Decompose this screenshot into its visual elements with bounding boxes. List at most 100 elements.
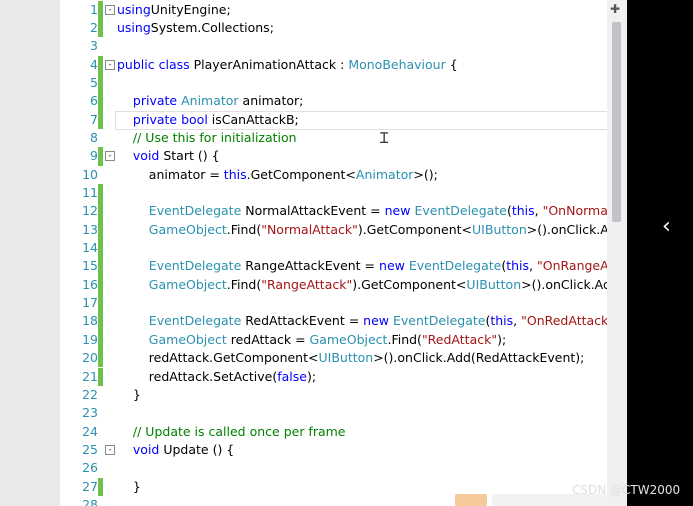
line-number: 20 [82, 350, 98, 366]
code-text[interactable]: GameObject.Find("NormalAttack").GetCompo… [117, 221, 607, 239]
code-line[interactable]: 23 [60, 404, 607, 422]
scrollbar-thumb[interactable] [612, 22, 621, 222]
collapse-toggle-icon[interactable]: - [105, 4, 115, 15]
change-indicator [98, 92, 103, 111]
line-number: 13 [82, 221, 98, 237]
code-text[interactable]: void Start () { [117, 147, 220, 165]
line-number: 14 [82, 240, 98, 256]
change-indicator [98, 110, 103, 129]
code-text[interactable]: // Update is called once per frame [117, 423, 346, 441]
code-text[interactable]: usingUnityEngine; [117, 1, 231, 19]
code-text[interactable]: EventDelegate RedAttackEvent = new Event… [117, 312, 607, 330]
code-text[interactable]: animator = this.GetComponent<Animator>()… [117, 166, 438, 184]
blurred-overlay-mark [455, 494, 487, 506]
line-number: 9 [90, 148, 98, 164]
text-cursor-icon: Ɪ [380, 129, 389, 147]
code-line[interactable]: 17 [60, 294, 607, 312]
line-number: 26 [82, 460, 98, 476]
code-line[interactable]: 10 animator = this.GetComponent<Animator… [60, 166, 607, 184]
line-number: 2 [90, 19, 98, 35]
change-indicator [98, 202, 103, 221]
code-text[interactable]: GameObject.Find("RangeAttack").GetCompon… [117, 276, 607, 294]
code-line[interactable]: 21 redAttack.SetActive(false); [60, 368, 607, 386]
code-line[interactable]: 14 [60, 239, 607, 257]
code-line[interactable]: 22 } [60, 386, 607, 404]
line-number: 4 [90, 56, 98, 72]
solution-pane [0, 0, 60, 506]
change-indicator [98, 73, 103, 93]
code-line[interactable]: 9- void Start () { [60, 147, 607, 165]
line-number: 10 [82, 166, 98, 182]
code-text[interactable]: } [117, 386, 141, 404]
code-text[interactable]: usingSystem.Collections; [117, 19, 274, 37]
code-text[interactable]: private Animator animator; [117, 92, 303, 110]
code-line[interactable]: 8 // Use this for initialization [60, 129, 607, 147]
chevron-left-icon[interactable]: ‹ [662, 214, 671, 239]
change-indicator [98, 477, 103, 496]
code-text[interactable]: EventDelegate RangeAttackEvent = new Eve… [117, 257, 607, 275]
line-number: 19 [82, 331, 98, 347]
change-indicator [98, 147, 103, 166]
line-number: 1 [90, 1, 98, 17]
code-editor[interactable]: 1- usingUnityEngine; 2 usingSystem.Collecti… [60, 0, 607, 506]
line-number: 18 [82, 313, 98, 329]
code-line[interactable]: 24 // Update is called once per frame [60, 423, 607, 441]
code-line[interactable]: 20 redAttack.GetComponent<UIButton>().on… [60, 349, 607, 367]
change-indicator [98, 330, 103, 350]
code-text[interactable]: } [117, 478, 141, 496]
line-number: 22 [82, 386, 98, 402]
code-text[interactable]: redAttack.SetActive(false); [117, 368, 316, 386]
collapse-toggle-icon[interactable]: - [105, 444, 115, 455]
editor-vertical-scrollbar[interactable]: ✚ [607, 0, 627, 506]
line-number: 12 [82, 203, 98, 219]
collapse-toggle-icon[interactable]: - [105, 59, 115, 70]
code-text[interactable]: GameObject redAttack = GameObject.Find("… [117, 331, 506, 349]
change-indicator [98, 294, 103, 313]
line-number: 8 [90, 129, 98, 145]
code-line[interactable]: 11 [60, 184, 607, 202]
split-view-icon[interactable]: ✚ [610, 2, 620, 16]
code-line[interactable]: 3 [60, 37, 607, 55]
line-number: 23 [82, 405, 98, 421]
code-line[interactable]: 2 usingSystem.Collections; [60, 19, 607, 37]
code-line[interactable]: 15 EventDelegate RangeAttackEvent = new … [60, 257, 607, 275]
change-indicator [98, 184, 103, 203]
code-line[interactable]: 26 [60, 459, 607, 477]
line-number: 3 [90, 38, 98, 54]
watermark-text: CSDN @CTW2000 [572, 483, 681, 497]
code-text[interactable]: // Use this for initialization [117, 129, 297, 147]
code-line[interactable]: 19 GameObject redAttack = GameObject.Fin… [60, 331, 607, 349]
change-indicator [98, 0, 103, 19]
line-number: 5 [90, 74, 98, 90]
line-number: 28 [82, 496, 98, 506]
change-indicator [98, 55, 103, 74]
code-line[interactable]: 16 GameObject.Find("RangeAttack").GetCom… [60, 276, 607, 294]
code-line[interactable]: 7 private bool isCanAttackB; [60, 110, 607, 130]
collapse-toggle-icon[interactable]: - [105, 151, 115, 162]
video-side-area [627, 0, 693, 506]
line-number: 15 [82, 258, 98, 274]
change-indicator [98, 257, 103, 276]
code-line[interactable]: 13 GameObject.Find("NormalAttack").GetCo… [60, 221, 607, 239]
code-line[interactable]: 1- usingUnityEngine; [60, 1, 607, 19]
line-number: 7 [90, 111, 98, 127]
line-number: 16 [82, 276, 98, 292]
line-number: 24 [82, 423, 98, 439]
code-line[interactable]: 4- public class PlayerAnimationAttack : M… [60, 56, 607, 74]
change-indicator [98, 367, 103, 386]
code-line[interactable]: 6 private Animator animator; [60, 92, 607, 110]
change-indicator [98, 18, 103, 38]
code-text[interactable]: EventDelegate NormalAttackEvent = new Ev… [117, 202, 607, 220]
code-line[interactable]: 12 EventDelegate NormalAttackEvent = new… [60, 202, 607, 220]
code-text[interactable]: redAttack.GetComponent<UIButton>().onCli… [117, 349, 585, 367]
code-line[interactable]: 18 EventDelegate RedAttackEvent = new Ev… [60, 312, 607, 330]
code-line[interactable]: 5 [60, 74, 607, 92]
code-text[interactable]: void Update () { [117, 441, 234, 459]
line-number: 25 [82, 441, 98, 457]
code-text[interactable]: public class PlayerAnimationAttack : Mon… [117, 56, 458, 74]
code-text[interactable]: private bool isCanAttackB; [117, 111, 299, 129]
change-indicator [98, 239, 103, 258]
code-line[interactable]: 25- void Update () { [60, 441, 607, 459]
line-number: 21 [82, 368, 98, 384]
change-indicator [98, 275, 103, 295]
